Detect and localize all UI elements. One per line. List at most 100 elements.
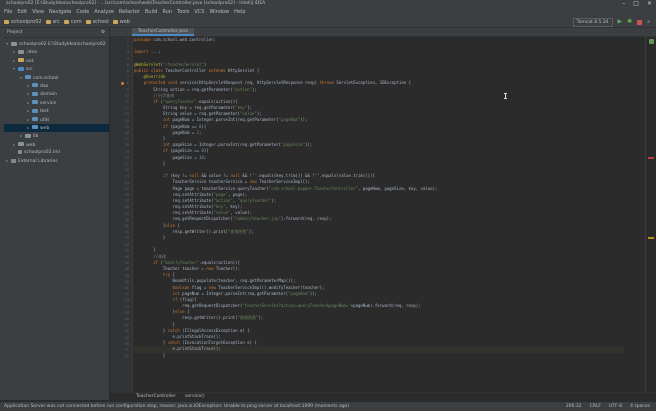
line-number: 31 <box>124 224 129 228</box>
crumb-label: src <box>52 19 60 25</box>
tree-item[interactable]: ▸ web <box>4 141 109 149</box>
tree-item-label: External Libraries <box>18 159 58 165</box>
line-number: 9 <box>126 87 129 92</box>
line-number: 29 <box>124 211 129 216</box>
tree-item[interactable]: ▸ service <box>4 99 109 107</box>
line-number: 3 <box>126 50 129 55</box>
debug-icon[interactable]: ✱ <box>627 17 632 27</box>
window-title: schoolpro02 [E:\StudyIdea\schoolpro02] -… <box>6 1 266 6</box>
line-number: 46 <box>124 317 129 321</box>
code-editor[interactable]: package com.school.web.controller; impor… <box>134 37 624 392</box>
tree-item-label: out <box>26 58 34 64</box>
maximize-icon[interactable]: □ <box>633 0 639 8</box>
tree-item-label: service <box>40 100 57 106</box>
crumb-src[interactable]: src <box>45 17 60 27</box>
crumb-label: school <box>92 19 109 25</box>
folder-icon <box>18 66 24 71</box>
menu-help[interactable]: Help <box>234 8 245 17</box>
tree-item[interactable]: ▸ lib <box>4 132 109 140</box>
folder-icon <box>11 41 17 46</box>
tree-item[interactable]: ▸ out <box>4 57 109 65</box>
package-icon <box>32 91 38 96</box>
line-number: 50 <box>124 341 129 346</box>
folder-icon <box>18 49 24 54</box>
tree-item[interactable]: schoolpro02.iml <box>4 149 109 157</box>
breadcrumb: schoolpro02 src com school web <box>4 17 130 27</box>
menu-vcs[interactable]: VCS <box>194 8 204 17</box>
code-line[interactable]: } <box>134 353 624 359</box>
folder-icon <box>112 20 118 24</box>
line-number: 34 <box>124 242 129 247</box>
tree-item[interactable]: ▾ schoolpro02 E:\StudyIdea\schoolpro02 <box>4 40 109 48</box>
line-number: 5 <box>126 62 129 67</box>
crumb-label: schoolpro02 <box>11 19 42 25</box>
project-view-select[interactable]: Project <box>7 28 22 37</box>
tree-item[interactable]: ▸ External Libraries <box>4 157 109 165</box>
menu-run[interactable]: Run <box>162 8 172 17</box>
tree-item-label: schoolpro02.iml <box>24 150 60 156</box>
crumb-web[interactable]: web <box>112 17 130 27</box>
menu-view[interactable]: View <box>32 8 44 17</box>
line-number: 4 <box>126 56 129 61</box>
title-bar: schoolpro02 [E:\StudyIdea\schoolpro02] -… <box>0 0 656 8</box>
crumb-school[interactable]: school <box>85 17 109 27</box>
warning-marker[interactable] <box>648 237 654 239</box>
tree-item[interactable]: ▾ src <box>4 65 109 73</box>
gear-icon[interactable]: ⚙ <box>101 28 105 37</box>
menu-file[interactable]: File <box>4 8 12 17</box>
folder-icon <box>18 142 24 147</box>
folder-icon <box>18 58 24 63</box>
project-tree: ▾ schoolpro02 E:\StudyIdea\schoolpro02 ▸ .i… <box>4 38 109 166</box>
tree-item[interactable]: ▸ test <box>4 107 109 115</box>
crumb-project[interactable]: schoolpro02 <box>4 17 42 27</box>
menu-tools[interactable]: Tools <box>177 8 189 17</box>
tree-item-label: utils <box>40 117 50 123</box>
crumb-com[interactable]: com <box>63 17 82 27</box>
menu-code[interactable]: Code <box>76 8 89 17</box>
line-number: 10 <box>124 93 129 98</box>
tree-item[interactable]: ▸ .idea <box>4 48 109 56</box>
run-toolbar: Tomcat 8.5.34 ▶ ✱ ⌕ <box>572 17 650 27</box>
menu-navigate[interactable]: Navigate <box>49 8 71 17</box>
window-controls: – □ ✕ <box>622 0 652 8</box>
line-number: 28 <box>124 205 129 210</box>
line-number: 51 <box>124 348 129 352</box>
minimize-icon[interactable]: – <box>622 0 625 8</box>
error-marker[interactable] <box>648 157 654 159</box>
inspection-status-icon[interactable] <box>649 39 654 44</box>
tree-item[interactable]: ▸ dao <box>4 82 109 90</box>
package-icon <box>25 75 31 80</box>
line-number: 12 <box>124 106 129 111</box>
tree-item[interactable]: ▾ com.school <box>4 74 109 82</box>
menu-analyze[interactable]: Analyze <box>94 8 114 17</box>
crumb-class[interactable]: TeacherController <box>136 394 176 399</box>
tree-item-label: dao <box>40 83 49 89</box>
line-number: 47 <box>124 323 129 328</box>
menu-window[interactable]: Window <box>209 8 229 17</box>
line-number: 24 <box>124 180 129 185</box>
tree-item-label: com.school <box>33 75 59 81</box>
line-number: 37 <box>124 261 129 266</box>
crumb-method[interactable]: service() <box>185 394 205 399</box>
tab-teacher-controller[interactable]: TeacherController.java <box>132 28 195 36</box>
line-number: 13 <box>124 112 129 117</box>
tree-item[interactable]: ▸ domain <box>4 90 109 98</box>
line-number: 16 <box>124 131 129 135</box>
search-icon[interactable]: ⌕ <box>647 17 650 27</box>
line-number: 33 <box>124 236 129 241</box>
run-icon[interactable]: ▶ <box>618 17 623 27</box>
run-config-select[interactable]: Tomcat 8.5.34 <box>572 18 613 27</box>
crumb-label: web <box>119 19 130 25</box>
tree-item[interactable]: ▸ utils <box>4 116 109 124</box>
tree-item[interactable]: ▸ web <box>4 123 109 133</box>
menu-build[interactable]: Build <box>145 8 158 17</box>
editor-scrollbar[interactable] <box>645 37 656 392</box>
close-icon[interactable]: ✕ <box>647 0 652 8</box>
line-gutter[interactable]: 1 2 3 4 5 6 7 8 9 10 11 12 13 14 15 16 17 18 19 20 21 22 23 24 2… <box>110 37 133 392</box>
line-number: 35 <box>124 248 129 253</box>
menu-refactor[interactable]: Refactor <box>119 8 140 17</box>
menu-edit[interactable]: Edit <box>17 8 27 17</box>
library-icon <box>11 158 16 163</box>
stop-icon[interactable] <box>637 19 643 25</box>
override-gutter-icon[interactable] <box>121 81 124 85</box>
